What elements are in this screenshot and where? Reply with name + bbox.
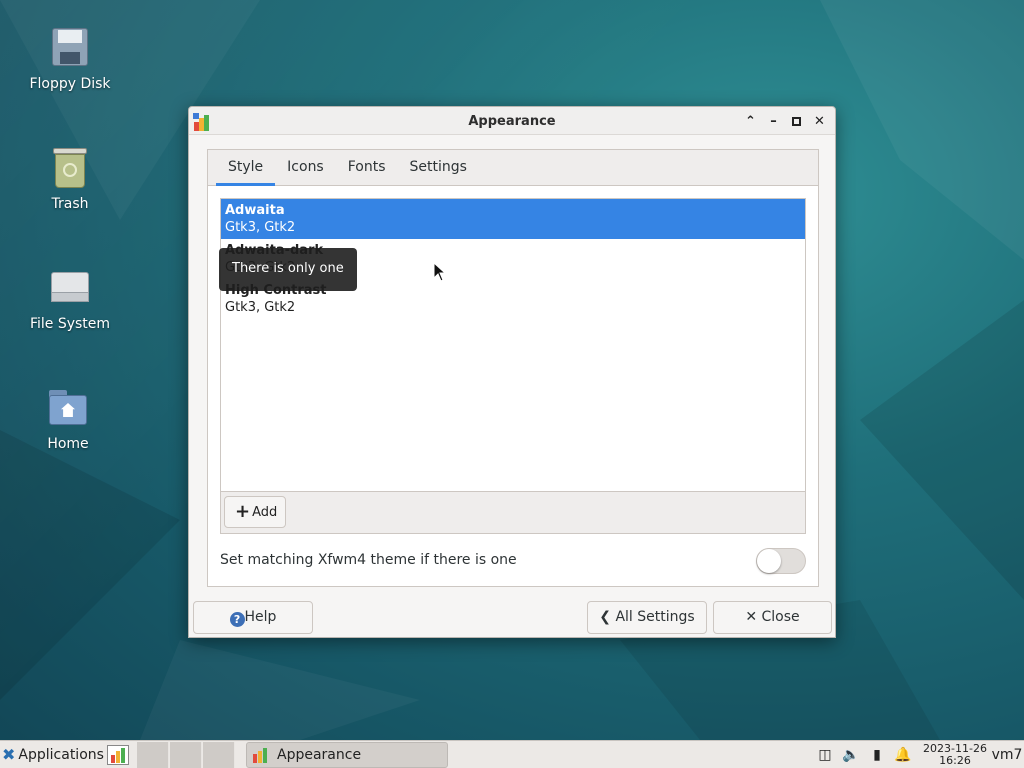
close-window-button[interactable]: ✕ xyxy=(810,111,829,131)
taskbar: ✖ Applications Appearance ◫ 🔈 ▮ 🔔 2023-1… xyxy=(0,740,1024,768)
maximize-icon xyxy=(792,116,801,126)
task-label: Appearance xyxy=(277,747,362,763)
applications-menu[interactable]: ✖ Applications xyxy=(2,745,104,764)
theme-types: Gtk3, Gtk2 xyxy=(225,220,296,235)
add-theme-button[interactable]: + Add xyxy=(224,496,286,528)
desktop-icon-label: Trash xyxy=(51,196,89,212)
titlebar[interactable]: Appearance ⌃ – ✕ xyxy=(189,107,835,135)
chevron-up-icon: ⌃ xyxy=(745,113,756,129)
theme-types: Gtk3, Gtk2 xyxy=(225,300,296,315)
applications-label: Applications xyxy=(18,746,104,763)
volume-icon[interactable]: 🔈 xyxy=(838,747,864,763)
plus-icon: + xyxy=(235,501,251,522)
hard-drive-icon xyxy=(48,266,92,310)
appearance-task-icon xyxy=(253,747,269,763)
floppy-disk-icon xyxy=(48,26,92,70)
match-xfwm4-toggle[interactable] xyxy=(756,548,806,574)
theme-name: Adwaita xyxy=(225,203,285,218)
system-tray: ◫ 🔈 ▮ 🔔 2023-11-26 16:26 vm7 xyxy=(812,741,1024,768)
toggle-knob xyxy=(757,549,781,573)
notification-bell-icon[interactable]: 🔔 xyxy=(890,747,916,763)
tab-style[interactable]: Style xyxy=(216,150,276,186)
desktop-icon-label: File System xyxy=(29,316,111,332)
help-label: Help xyxy=(244,609,277,625)
tab-fonts[interactable]: Fonts xyxy=(336,150,398,185)
list-item[interactable]: Adwaita Gtk3, Gtk2 xyxy=(221,199,805,239)
all-settings-label: All Settings xyxy=(615,609,695,625)
all-settings-button[interactable]: ❮ All Settings xyxy=(587,601,707,634)
home-folder-icon xyxy=(46,386,90,430)
tab-bar: Style Icons Fonts Settings xyxy=(208,150,818,186)
close-button[interactable]: ✕ Close xyxy=(713,601,832,634)
settings-notebook: Style Icons Fonts Settings Adwaita Gtk3,… xyxy=(207,149,819,587)
help-button[interactable]: ? Help xyxy=(193,601,313,634)
match-xfwm4-label: Set matching Xfwm4 theme if there is one xyxy=(220,552,517,568)
desktop-icon-home[interactable]: Home xyxy=(18,386,118,452)
battery-icon[interactable]: ▮ xyxy=(864,747,890,763)
tooltip: There is only one xyxy=(219,248,357,291)
appearance-window: Appearance ⌃ – ✕ Style Icons Fonts Setti… xyxy=(188,106,836,638)
mouse-cursor-icon xyxy=(433,262,447,282)
desktop-icon-label: Floppy Disk xyxy=(29,76,111,92)
tab-settings[interactable]: Settings xyxy=(398,150,479,185)
desktop-icon-filesystem[interactable]: File System xyxy=(20,266,120,332)
maximize-button[interactable] xyxy=(787,111,806,131)
workspace-1[interactable] xyxy=(137,742,169,768)
clock[interactable]: 2023-11-26 16:26 xyxy=(920,743,990,767)
desktop-icon-floppy[interactable]: Floppy Disk xyxy=(20,26,120,92)
taskbar-item-appearance[interactable]: Appearance xyxy=(246,742,448,768)
help-icon: ? xyxy=(229,612,245,627)
workspace-3[interactable] xyxy=(203,742,235,768)
tab-icons[interactable]: Icons xyxy=(275,150,336,185)
close-icon: ✕ xyxy=(745,609,758,625)
desktop-icon-label: Home xyxy=(47,436,89,452)
network-icon[interactable]: ◫ xyxy=(812,747,838,763)
list-toolbar: + Add xyxy=(221,491,805,533)
trash-icon xyxy=(48,146,92,190)
desktop-icon-trash[interactable]: Trash xyxy=(20,146,120,212)
appearance-launcher-icon[interactable] xyxy=(107,745,129,765)
close-icon: ✕ xyxy=(814,113,825,129)
window-title: Appearance xyxy=(468,114,556,129)
xfce-logo-icon: ✖ xyxy=(2,745,16,764)
user-label[interactable]: vm7 xyxy=(990,747,1024,763)
close-label: Close xyxy=(761,609,800,625)
minimize-icon: – xyxy=(770,113,777,129)
workspace-2[interactable] xyxy=(170,742,202,768)
shade-button[interactable]: ⌃ xyxy=(741,111,760,131)
minimize-button[interactable]: – xyxy=(764,111,783,131)
chevron-left-icon: ❮ xyxy=(599,609,612,625)
clock-time: 16:26 xyxy=(939,754,971,767)
add-label: Add xyxy=(252,505,278,520)
